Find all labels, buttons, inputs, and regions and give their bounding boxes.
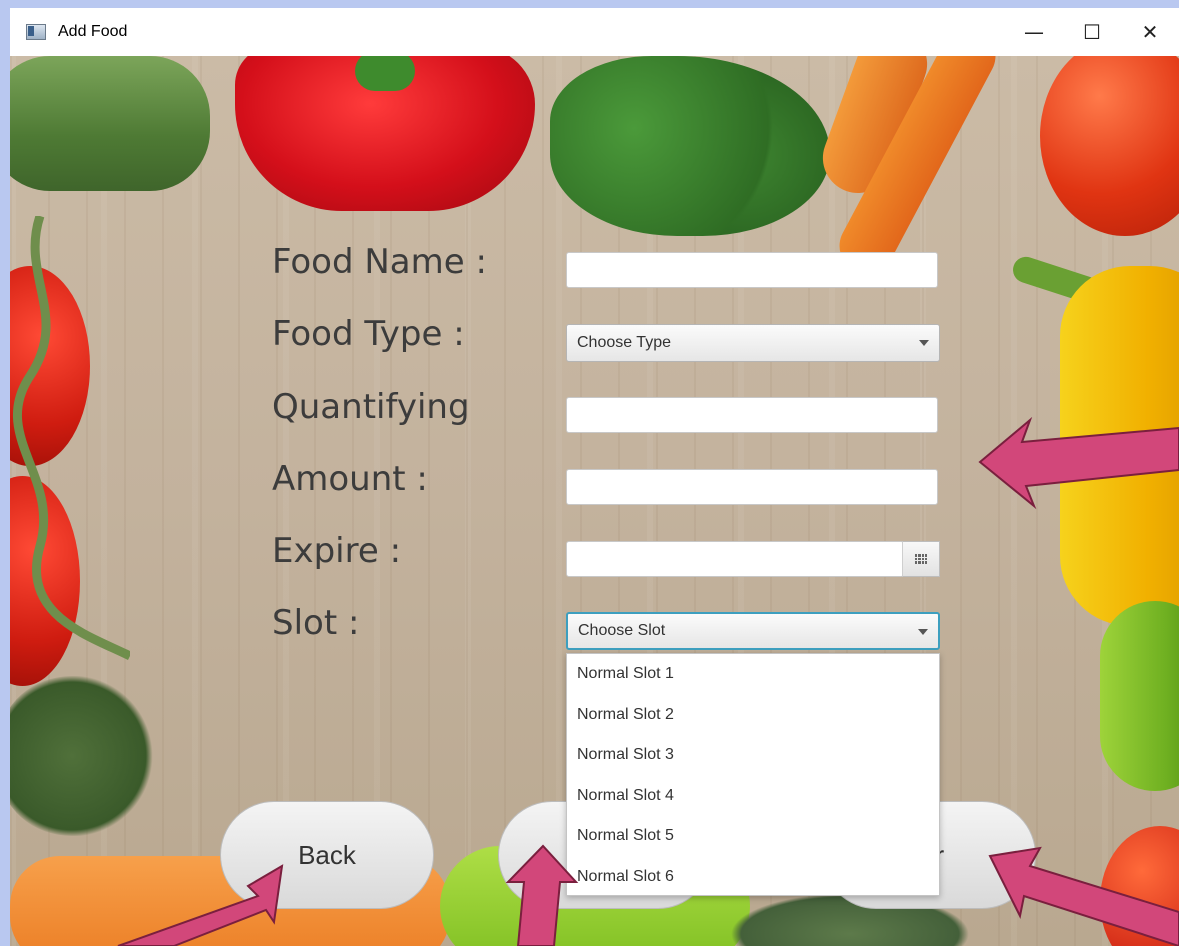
cucumber-decoration: [10, 56, 210, 191]
amount-input[interactable]: [566, 469, 938, 505]
expire-date-input[interactable]: [566, 541, 904, 577]
food-type-selected-value: Choose Type: [577, 334, 671, 351]
window-controls: — ☐ ✕: [1005, 8, 1179, 56]
slot-dropdown-list: Normal Slot 1 Normal Slot 2 Normal Slot …: [566, 653, 940, 896]
expire-label: Expire :: [272, 531, 402, 571]
parsley-decoration: [550, 56, 830, 236]
slot-option[interactable]: Normal Slot 1: [567, 654, 939, 695]
thyme-decoration: [10, 676, 180, 836]
food-type-label: Food Type :: [272, 314, 465, 354]
slot-option[interactable]: Normal Slot 3: [567, 735, 939, 776]
chevron-down-icon: [918, 629, 928, 635]
slot-selected-value: Choose Slot: [578, 622, 666, 639]
window-title: Add Food: [58, 23, 128, 40]
minimize-button[interactable]: —: [1005, 8, 1063, 56]
slot-option[interactable]: Normal Slot 6: [567, 857, 939, 898]
form-background: Food Name : Food Type : Quantifying Amou…: [10, 56, 1179, 946]
slot-label: Slot :: [272, 603, 360, 643]
food-name-label: Food Name :: [272, 242, 487, 282]
slot-option[interactable]: Normal Slot 4: [567, 776, 939, 817]
tomato-decoration-top-right: [1040, 56, 1179, 236]
app-window-icon: [26, 24, 46, 40]
close-button[interactable]: ✕: [1121, 8, 1179, 56]
date-picker-button[interactable]: [902, 541, 940, 577]
chevron-down-icon: [919, 340, 929, 346]
food-type-select[interactable]: Choose Type: [566, 324, 940, 362]
slot-option[interactable]: Normal Slot 5: [567, 816, 939, 857]
green-pepper-decoration: [1100, 601, 1179, 791]
amount-label: Amount :: [272, 459, 428, 499]
slot-option[interactable]: Normal Slot 2: [567, 695, 939, 736]
quantifying-input[interactable]: [566, 397, 938, 433]
quantifying-label: Quantifying: [272, 387, 470, 427]
food-name-input[interactable]: [566, 252, 938, 288]
title-bar: Add Food — ☐ ✕: [10, 8, 1179, 56]
back-button[interactable]: Back: [220, 801, 434, 909]
slot-select[interactable]: Choose Slot: [566, 612, 940, 650]
yellow-pepper-decoration: [1060, 266, 1179, 626]
red-pepper-stem-decoration: [355, 56, 415, 91]
calendar-icon: [915, 554, 927, 564]
maximize-button[interactable]: ☐: [1063, 8, 1121, 56]
tomato-decoration-bottom-right: [1100, 826, 1179, 946]
add-food-window: Add Food — ☐ ✕ Food Name : Food Type : Q…: [10, 8, 1179, 946]
